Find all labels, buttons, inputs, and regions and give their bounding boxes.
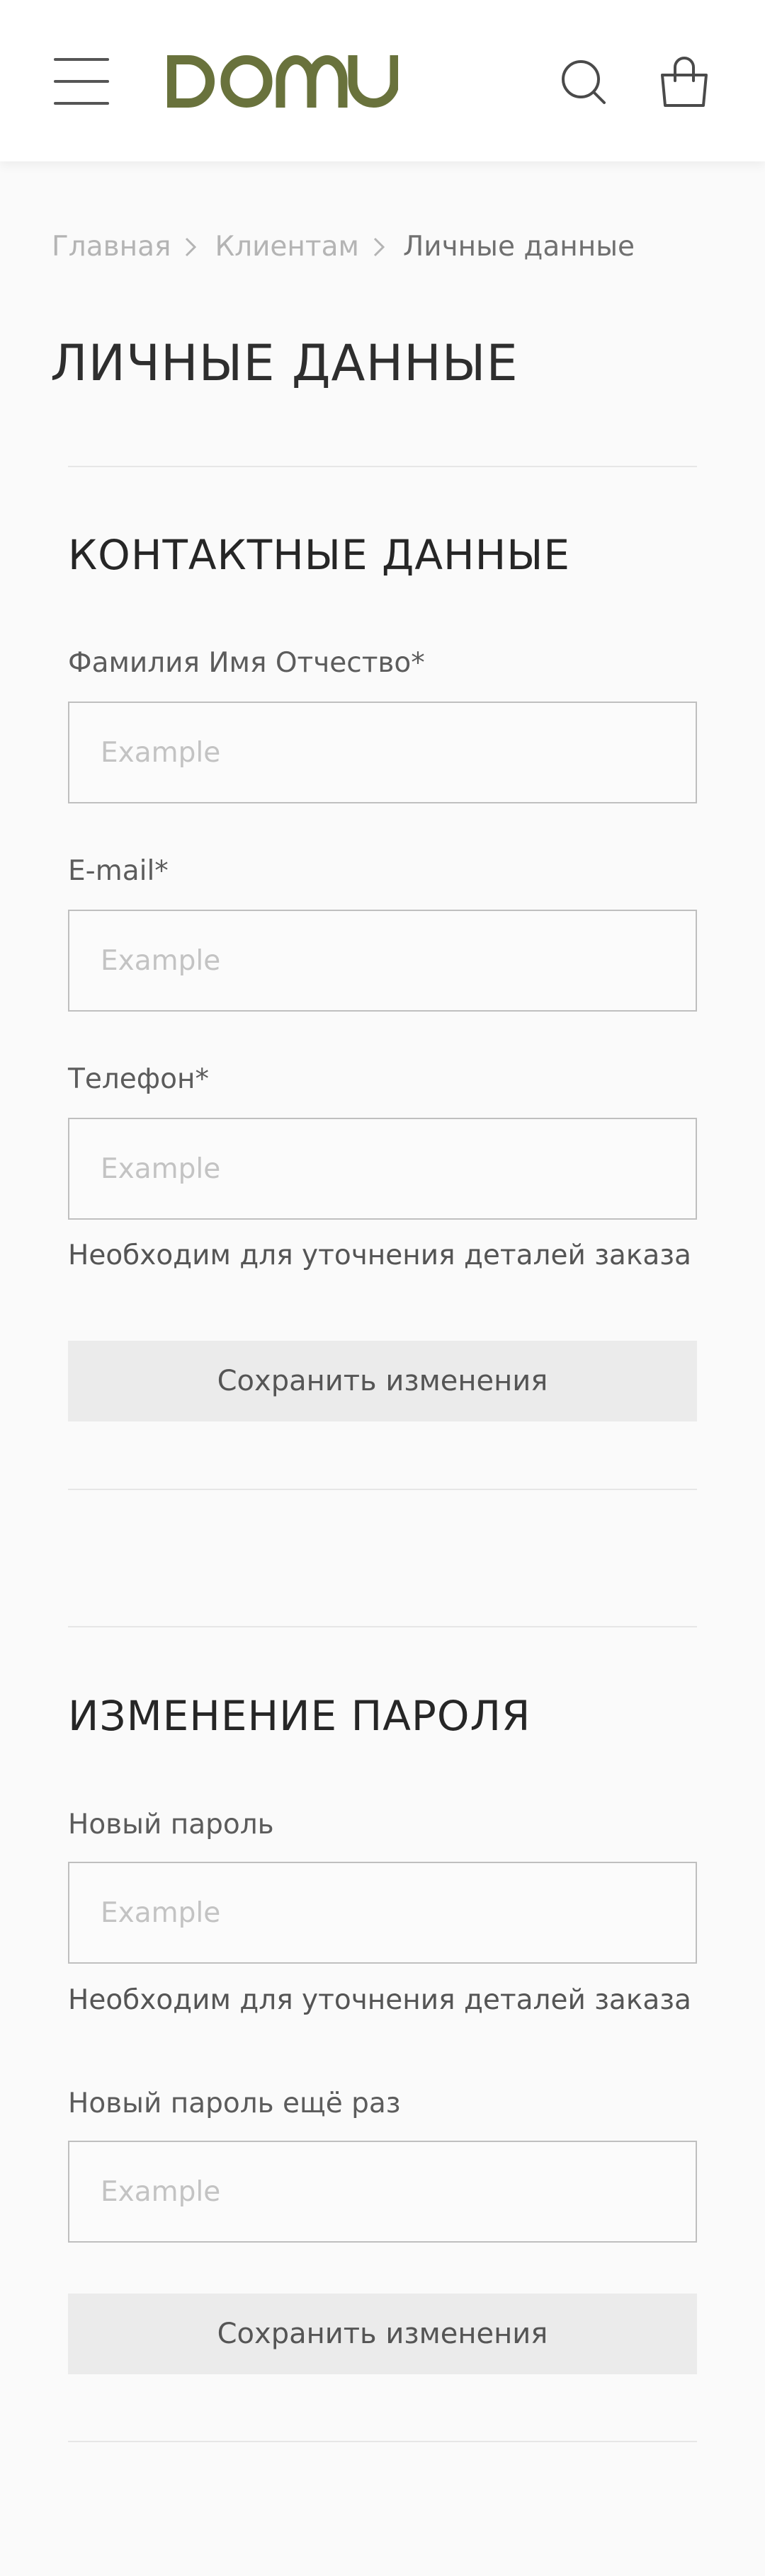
repeat-password-input[interactable] [68, 2141, 697, 2243]
phone-hint: Необходим для уточнения деталей заказа [68, 1240, 691, 1271]
chevron-right-icon [373, 237, 385, 256]
divider [68, 1489, 697, 1490]
save-password-button[interactable]: Сохранить изменения [68, 2294, 697, 2374]
page-title: ЛИЧНЫЕ ДАННЫЕ [50, 334, 518, 392]
full-name-label: Фамилия Имя Отчество* [68, 647, 425, 679]
full-name-input[interactable] [68, 702, 697, 803]
personal-data-page: Главная Клиентам Личные данные ЛИЧНЫЕ ДА… [0, 0, 765, 2576]
breadcrumb-item-clients[interactable]: Клиентам [215, 231, 359, 263]
chevron-right-icon [186, 237, 197, 256]
new-password-input[interactable] [68, 1862, 697, 1964]
breadcrumb: Главная Клиентам Личные данные [52, 231, 635, 263]
email-input[interactable] [68, 910, 697, 1012]
breadcrumb-current: Личные данные [402, 231, 635, 263]
menu-icon[interactable] [54, 58, 109, 105]
new-password-label: Новый пароль [68, 1809, 274, 1841]
contacts-section-title: КОНТАКТНЫЕ ДАННЫЕ [68, 531, 571, 579]
shopping-bag-icon[interactable] [659, 55, 710, 108]
email-label: E-mail* [68, 855, 169, 887]
phone-label: Телефон* [68, 1063, 209, 1095]
phone-input[interactable] [68, 1118, 697, 1220]
site-header [0, 0, 765, 161]
divider [68, 2441, 697, 2442]
divider [68, 466, 697, 467]
breadcrumb-item-home[interactable]: Главная [52, 231, 171, 263]
save-contacts-button[interactable]: Сохранить изменения [68, 1341, 697, 1421]
repeat-password-label: Новый пароль ещё раз [68, 2088, 401, 2119]
divider [68, 1626, 697, 1627]
search-icon[interactable] [560, 58, 606, 105]
password-section-title: ИЗМЕНЕНИЕ ПАРОЛЯ [68, 1692, 531, 1740]
new-password-hint: Необходим для уточнения деталей заказа [68, 1984, 691, 2016]
domu-logo[interactable] [167, 55, 398, 108]
